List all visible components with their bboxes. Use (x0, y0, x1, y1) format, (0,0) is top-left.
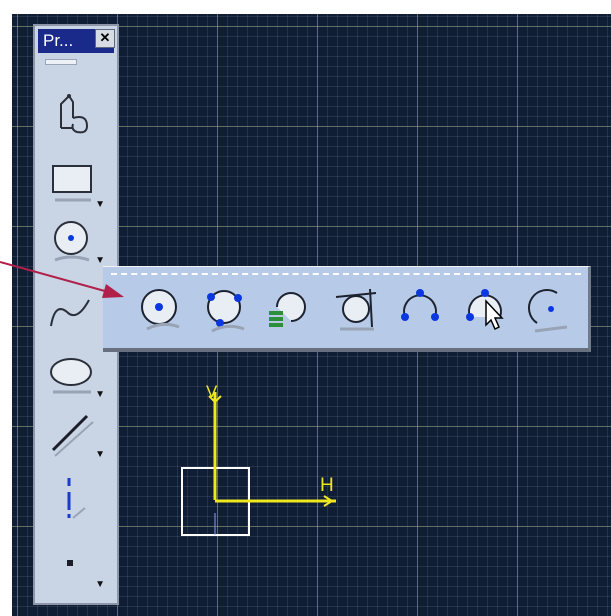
dropdown-arrow-icon[interactable]: ▼ (95, 199, 105, 210)
callout-arrow-icon (0, 261, 124, 298)
vertical-axis (208, 392, 222, 500)
three-point-circle-button[interactable] (198, 283, 256, 341)
arc-button[interactable] (523, 283, 581, 341)
flyout-grip[interactable] (111, 273, 581, 275)
three-point-arc-limits-icon (466, 289, 504, 331)
circle-center-icon (141, 289, 180, 331)
sketch-axes: V H (181, 382, 336, 536)
axis-icon (67, 478, 86, 519)
line-icon (51, 414, 94, 457)
point-icon (67, 560, 73, 566)
profile-tool-button[interactable] (43, 86, 99, 142)
three-point-arc-button[interactable] (393, 283, 451, 341)
dropdown-arrow-icon[interactable]: ▼ (95, 389, 105, 400)
horizontal-axis (215, 495, 336, 507)
rectangle-tool-button[interactable]: ▼ (43, 156, 105, 212)
three-point-arc-icon (401, 289, 439, 321)
circle-button[interactable] (133, 283, 191, 341)
toolbar-title: Pr... (43, 31, 74, 50)
tri-tangent-circle-icon (335, 288, 377, 331)
point-tool-button[interactable]: ▼ (43, 536, 105, 592)
vertical-axis-label: V (206, 382, 218, 401)
profile-icon (60, 94, 89, 134)
three-point-circle-icon (207, 290, 245, 333)
tri-tangent-circle-button[interactable] (328, 283, 386, 341)
ellipse-icon (50, 358, 92, 394)
arc-icon (528, 288, 568, 333)
line-tool-button[interactable]: ▼ (43, 406, 105, 462)
three-point-arc-with-limits-button[interactable] (458, 283, 516, 341)
toolbar-grip[interactable] (45, 59, 77, 65)
dropdown-arrow-icon[interactable]: ▼ (95, 449, 105, 460)
close-button[interactable]: ✕ (95, 29, 115, 48)
circle-coordinates-icon (269, 292, 306, 327)
axis-tool-button[interactable] (43, 472, 99, 528)
rectangle-icon (52, 165, 92, 202)
circle-using-coordinates-button[interactable] (263, 283, 321, 341)
circle-flyout-toolbar (103, 266, 591, 352)
horizontal-axis-label: H (320, 475, 334, 496)
dropdown-arrow-icon[interactable]: ▼ (95, 579, 105, 590)
ellipse-tool-button[interactable]: ▼ (43, 346, 105, 402)
